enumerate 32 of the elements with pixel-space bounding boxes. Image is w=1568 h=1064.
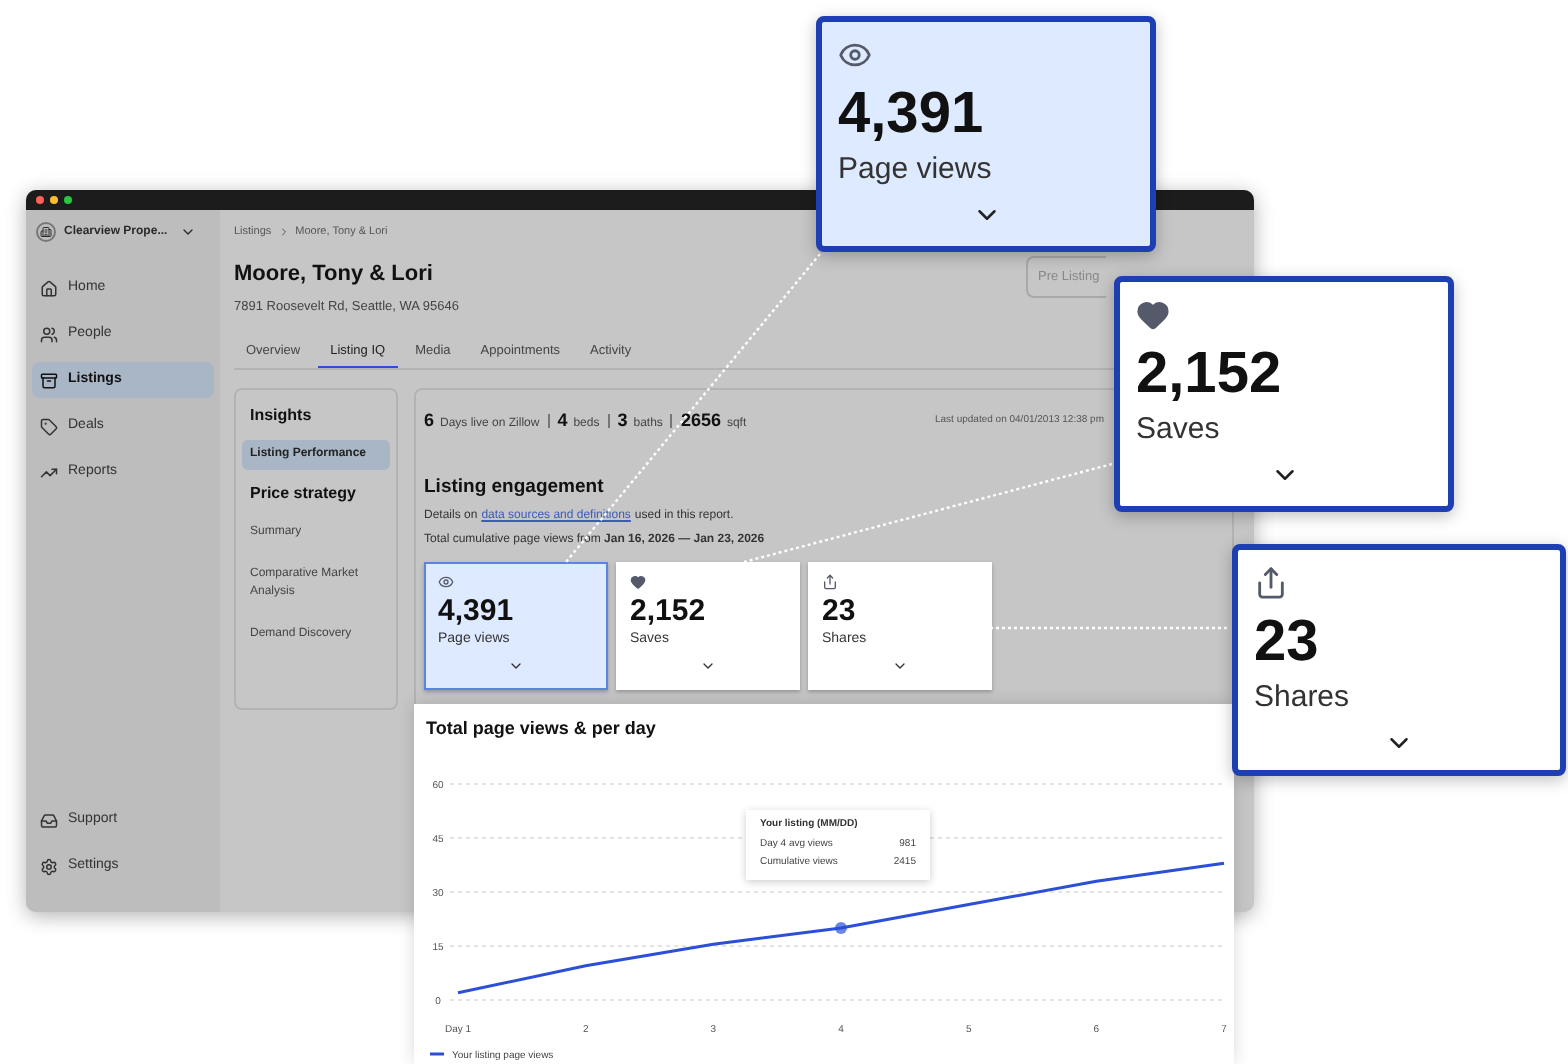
stat-value: 6 <box>424 407 435 433</box>
archive-icon <box>40 371 58 389</box>
data-point[interactable] <box>835 922 847 934</box>
chart-title: Total page views & per day <box>424 716 658 742</box>
callout-value: 23 <box>1254 608 1321 676</box>
heart-icon <box>630 574 646 591</box>
nav-section-title: Insights <box>248 403 314 427</box>
home-icon <box>40 279 58 297</box>
tag-icon <box>40 417 58 435</box>
account-avatar-icon <box>36 222 56 242</box>
trend-icon <box>40 463 58 481</box>
callout-value: 4,391 <box>838 80 986 148</box>
callout-label: Saves <box>1136 410 1222 450</box>
stat-value: 4 <box>557 407 568 433</box>
listing-name: Moore, Tony & Lori <box>234 260 435 291</box>
share-icon <box>822 574 838 591</box>
eye-icon <box>438 574 454 591</box>
nav-section-title: Price strategy <box>248 481 358 505</box>
heart-icon <box>1136 298 1170 332</box>
settings-icon <box>40 857 58 875</box>
stat-value: 2656 <box>680 407 721 433</box>
callout-label: Page views <box>838 150 994 190</box>
inbox-icon <box>40 811 58 829</box>
section-title: Listing engagement <box>424 474 606 502</box>
callout-label: Shares <box>1254 678 1352 718</box>
eye-icon <box>838 38 872 72</box>
people-icon <box>40 325 58 343</box>
callout-value: 2,152 <box>1136 340 1284 408</box>
share-icon <box>1254 566 1288 600</box>
chevron-down-icon <box>179 224 196 240</box>
stat-value: 3 <box>617 407 628 433</box>
chevron-right-icon <box>277 226 290 239</box>
